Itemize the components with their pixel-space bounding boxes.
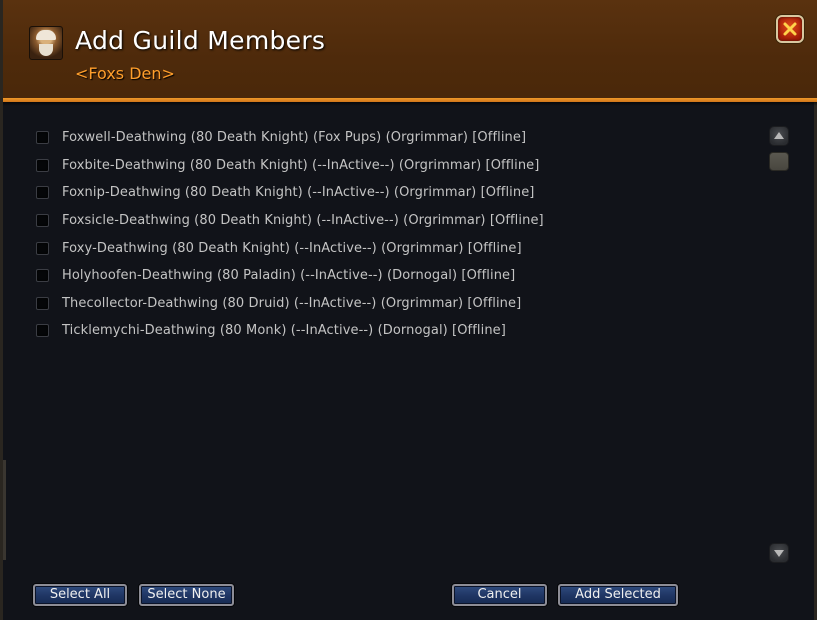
member-label: Foxnip-Deathwing (80 Death Knight) (--In… (62, 185, 535, 201)
guild-name-subtitle: <Foxs Den> (75, 64, 175, 83)
list-item[interactable]: Foxnip-Deathwing (80 Death Knight) (--In… (33, 179, 753, 207)
scroll-up-button[interactable] (769, 126, 789, 146)
member-label: Foxy-Deathwing (80 Death Knight) (--InAc… (62, 240, 522, 256)
dialog-frame: Add Guild Members <Foxs Den> Foxwell-Dea… (0, 0, 817, 620)
character-portrait-icon (29, 26, 63, 60)
member-checkbox[interactable] (36, 186, 49, 200)
close-button[interactable] (776, 15, 804, 43)
frame-edge (3, 460, 6, 560)
list-item[interactable]: Foxwell-Deathwing (80 Death Knight) (Fox… (33, 124, 753, 152)
member-checkbox[interactable] (36, 241, 49, 255)
select-all-button[interactable]: Select All (33, 584, 127, 606)
member-label: Foxsicle-Deathwing (80 Death Knight) (--… (62, 213, 544, 229)
member-checkbox[interactable] (36, 131, 49, 145)
close-x-icon (783, 22, 797, 36)
member-label: Foxbite-Deathwing (80 Death Knight) (--I… (62, 157, 540, 173)
cancel-button[interactable]: Cancel (452, 584, 547, 606)
list-item[interactable]: Foxsicle-Deathwing (80 Death Knight) (--… (33, 207, 753, 235)
scroll-down-button[interactable] (769, 543, 789, 563)
member-label: Foxwell-Deathwing (80 Death Knight) (Fox… (62, 130, 527, 146)
list-item[interactable]: Holyhoofen-Deathwing (80 Paladin) (--InA… (33, 262, 753, 290)
list-item[interactable]: Thecollector-Deathwing (80 Druid) (--InA… (33, 290, 753, 318)
dialog-header: Add Guild Members <Foxs Den> (3, 0, 817, 98)
member-checkbox[interactable] (36, 269, 49, 283)
add-selected-button[interactable]: Add Selected (558, 584, 678, 606)
list-item[interactable]: Foxy-Deathwing (80 Death Knight) (--InAc… (33, 234, 753, 262)
header-shadow (3, 102, 817, 106)
select-none-button[interactable]: Select None (139, 584, 234, 606)
list-item[interactable]: Ticklemychi-Deathwing (80 Monk) (--InAct… (33, 317, 753, 345)
member-label: Thecollector-Deathwing (80 Druid) (--InA… (62, 295, 522, 311)
member-checkbox[interactable] (36, 158, 49, 172)
scroll-up-arrow-icon (774, 132, 784, 139)
scroll-down-arrow-icon (774, 550, 784, 557)
member-label: Ticklemychi-Deathwing (80 Monk) (--InAct… (62, 323, 506, 339)
list-item[interactable]: Foxbite-Deathwing (80 Death Knight) (--I… (33, 152, 753, 180)
member-list: Foxwell-Deathwing (80 Death Knight) (Fox… (33, 124, 753, 345)
dialog-title: Add Guild Members (75, 26, 326, 55)
member-checkbox[interactable] (36, 296, 49, 310)
member-checkbox[interactable] (36, 324, 49, 338)
member-checkbox[interactable] (36, 214, 49, 228)
member-label: Holyhoofen-Deathwing (80 Paladin) (--InA… (62, 268, 516, 284)
scrollbar-thumb[interactable] (769, 152, 789, 171)
